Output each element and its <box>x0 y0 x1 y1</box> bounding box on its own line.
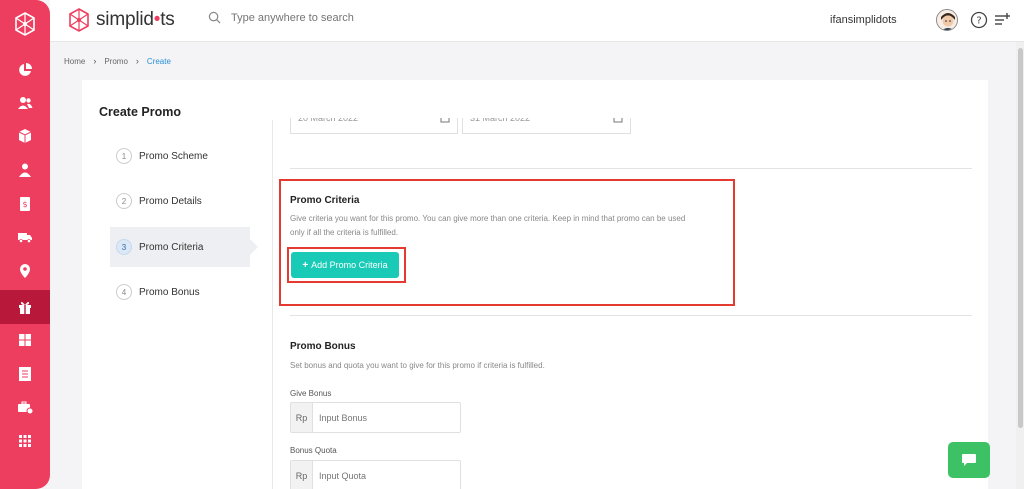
package-grid-icon <box>19 334 31 346</box>
page-title: Create Promo <box>99 105 181 119</box>
bonus-title: Promo Bonus <box>290 341 356 352</box>
sidebar-item-location[interactable] <box>0 254 50 288</box>
step-number: 1 <box>116 148 132 164</box>
menu-add-icon[interactable] <box>994 12 1010 28</box>
active-step-pointer <box>250 239 258 255</box>
network-hexagon-logo-icon <box>15 12 35 36</box>
brand-name: simplid•ts <box>96 9 175 30</box>
step-promo-criteria[interactable]: 3 Promo Criteria <box>110 227 258 267</box>
breadcrumb-promo[interactable]: Promo <box>104 57 128 66</box>
step-label: Promo Criteria <box>139 241 204 253</box>
scrollbar-thumb[interactable] <box>1018 48 1023 428</box>
criteria-title: Promo Criteria <box>290 195 360 206</box>
chat-bubble-icon <box>962 454 976 466</box>
map-pin-icon <box>20 264 30 278</box>
list-doc-icon <box>19 367 31 381</box>
network-hexagon-logo-icon <box>69 8 89 32</box>
plus-icon: + <box>302 259 309 271</box>
step-label: Promo Bonus <box>139 286 200 298</box>
sidebar: $ <box>0 0 50 489</box>
step-promo-bonus[interactable]: 4 Promo Bonus <box>110 272 250 312</box>
divider-vertical <box>272 120 273 489</box>
give-bonus-label: Give Bonus <box>290 389 332 398</box>
briefcase-icon <box>18 401 33 415</box>
create-promo-card: Create Promo 1 Promo Scheme 2 Promo Deta… <box>82 80 988 489</box>
help-icon[interactable]: ? <box>970 11 988 29</box>
invoice-icon: $ <box>20 197 30 211</box>
step-promo-details[interactable]: 2 Promo Details <box>110 181 250 221</box>
svg-text:$: $ <box>22 200 27 209</box>
chat-button[interactable] <box>948 442 990 478</box>
sidebar-item-delivery[interactable] <box>0 220 50 254</box>
bonus-input[interactable] <box>313 403 460 432</box>
breadcrumb: Home › Promo › Create <box>64 56 171 66</box>
avatar-icon[interactable] <box>936 9 958 31</box>
section-divider <box>290 315 972 316</box>
section-divider <box>290 168 972 169</box>
apps-grid-icon <box>19 435 31 447</box>
breadcrumb-home[interactable]: Home <box>64 57 85 66</box>
sidebar-item-reports[interactable] <box>0 357 50 391</box>
gift-icon <box>19 301 31 314</box>
step-label: Promo Details <box>139 195 202 207</box>
breadcrumb-current: Create <box>146 56 171 66</box>
bonus-input-group: Rp <box>290 402 461 433</box>
search-bar[interactable] <box>208 11 431 24</box>
sidebar-item-salesman[interactable] <box>0 153 50 187</box>
search-input[interactable] <box>231 11 431 24</box>
sidebar-item-packages[interactable] <box>0 323 50 357</box>
box-icon <box>18 129 32 143</box>
sidebar-item-users[interactable] <box>0 86 50 120</box>
step-number: 3 <box>116 239 132 255</box>
pie-chart-icon <box>19 63 32 76</box>
quota-input-group: Rp <box>290 460 461 489</box>
user-badge-icon <box>19 163 31 177</box>
step-number: 2 <box>116 193 132 209</box>
currency-prefix: Rp <box>291 403 313 432</box>
username-label[interactable]: ifansimplidots <box>830 14 897 26</box>
sidebar-item-products[interactable] <box>0 119 50 153</box>
sidebar-item-dashboard[interactable] <box>0 53 50 87</box>
sidebar-item-apps[interactable] <box>0 424 50 458</box>
bonus-quota-label: Bonus Quota <box>290 446 337 455</box>
svg-text:?: ? <box>976 16 981 27</box>
top-bar: simplid•ts ifansimplidots ? <box>50 0 1024 42</box>
chevron-right-icon: › <box>135 56 139 66</box>
sidebar-item-invoice[interactable]: $ <box>0 187 50 221</box>
step-promo-scheme[interactable]: 1 Promo Scheme <box>110 136 250 176</box>
bonus-description: Set bonus and quota you want to give for… <box>290 361 545 370</box>
brand-logo[interactable]: simplid•ts <box>66 7 175 33</box>
sidebar-item-business[interactable] <box>0 390 50 424</box>
criteria-description: Give criteria you want for this promo. Y… <box>290 214 686 237</box>
search-icon <box>208 11 221 24</box>
app-logo-icon[interactable] <box>0 0 50 48</box>
step-label: Promo Scheme <box>139 150 208 162</box>
scroll-mask <box>282 80 742 118</box>
add-criteria-label: Add Promo Criteria <box>311 260 388 270</box>
quota-prefix: Rp <box>291 461 313 489</box>
chevron-right-icon: › <box>93 56 97 66</box>
sidebar-item-promo[interactable] <box>0 290 50 324</box>
truck-icon <box>18 233 32 243</box>
users-icon <box>18 97 33 109</box>
quota-input[interactable] <box>313 461 460 489</box>
step-number: 4 <box>116 284 132 300</box>
add-promo-criteria-button[interactable]: + Add Promo Criteria <box>291 252 399 278</box>
